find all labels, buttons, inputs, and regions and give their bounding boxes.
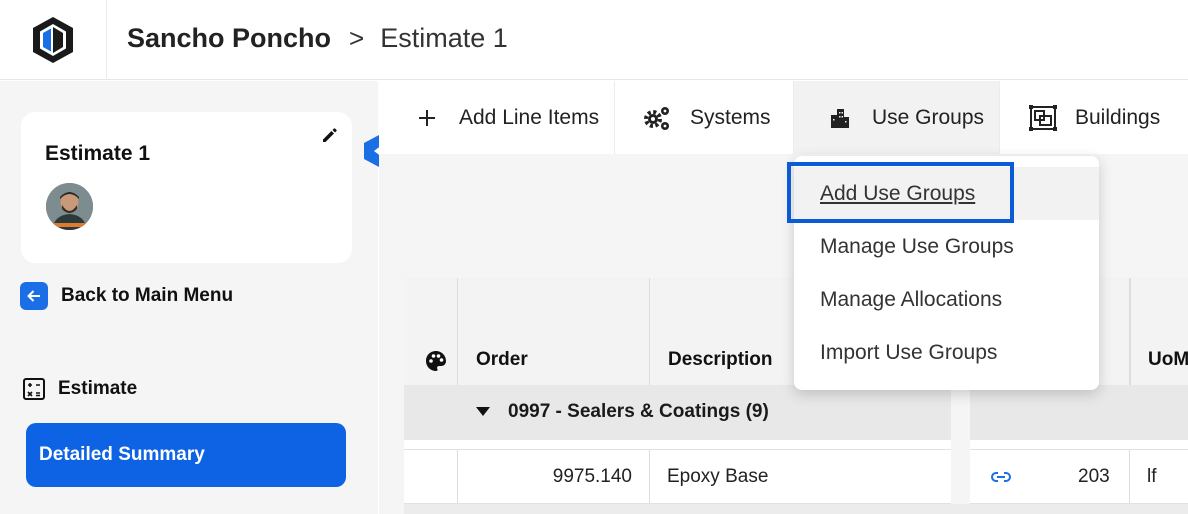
buildings-button[interactable]: Buildings	[1000, 81, 1188, 154]
breadcrumb-separator: >	[349, 22, 365, 53]
edit-estimate-button[interactable]	[314, 119, 346, 151]
uom-header-label: UoM	[1148, 349, 1188, 370]
color-column-header[interactable]	[404, 278, 458, 385]
systems-label: Systems	[690, 105, 771, 129]
row-order: 9975.140	[552, 466, 632, 487]
menu-item-label: Manage Allocations	[820, 287, 1003, 311]
arrow-left-icon	[20, 282, 48, 310]
sidebar-item-detailed-summary[interactable]: Detailed Summary	[26, 423, 346, 487]
use-groups-button[interactable]: Use Groups	[794, 81, 1000, 154]
group-row[interactable]: 0997 - Sealers & Coatings (9)	[404, 385, 1188, 440]
calculator-icon	[23, 378, 45, 400]
focus-highlight-box	[787, 162, 1014, 223]
floorplan-icon	[1028, 103, 1058, 133]
breadcrumb-project[interactable]: Sancho Poncho	[127, 23, 331, 54]
systems-button[interactable]: Systems	[615, 81, 794, 154]
palette-icon	[426, 351, 446, 371]
menu-item-manage-allocations[interactable]: Manage Allocations	[794, 273, 1099, 326]
table-row[interactable]: 9975.140 Epoxy Base 203 lf	[404, 449, 1188, 504]
group-label: 0997 - Sealers & Coatings (9)	[508, 401, 769, 422]
estimate-section-header: Estimate	[22, 377, 137, 401]
caret-down-icon[interactable]	[476, 407, 490, 417]
logo-cell[interactable]	[0, 0, 107, 80]
pencil-icon	[323, 128, 337, 142]
avatar	[46, 183, 93, 230]
add-line-items-button[interactable]: Add Line Items	[379, 81, 615, 154]
breadcrumb-estimate: Estimate 1	[380, 22, 508, 53]
top-bar: Sancho Poncho > Estimate 1	[0, 0, 1188, 80]
menu-item-manage-use-groups[interactable]: Manage Use Groups	[794, 220, 1099, 273]
back-to-main-menu-link[interactable]: Back to Main Menu	[20, 282, 233, 310]
order-header-label: Order	[476, 349, 528, 370]
sidebar-item-label: Detailed Summary	[39, 444, 205, 465]
use-groups-label: Use Groups	[872, 105, 985, 129]
estimate-card: Estimate 1	[21, 112, 352, 263]
menu-item-label: Manage Use Groups	[820, 234, 1014, 258]
breadcrumb: Sancho Poncho > Estimate 1	[127, 0, 508, 76]
row-quantity: 203	[1078, 466, 1110, 487]
back-to-main-menu-label: Back to Main Menu	[61, 285, 234, 306]
toolbar: Add Line Items Systems Use Groups Buildi…	[379, 81, 1188, 154]
next-row-strip	[404, 504, 1188, 514]
menu-item-label: Import Use Groups	[820, 340, 998, 364]
app-logo-icon	[33, 17, 73, 63]
row-description: Epoxy Base	[667, 466, 769, 487]
buildings-label: Buildings	[1075, 105, 1161, 129]
description-header-label: Description	[668, 349, 773, 370]
estimate-card-title: Estimate 1	[45, 142, 151, 165]
add-line-items-label: Add Line Items	[459, 105, 600, 129]
link-icon[interactable]	[990, 469, 1012, 485]
order-column-header[interactable]: Order	[458, 278, 650, 385]
buildings-icon	[825, 103, 855, 133]
estimate-section-label: Estimate	[58, 378, 138, 399]
row-uom: lf	[1147, 466, 1157, 487]
uom-column-header[interactable]: UoM	[1130, 278, 1188, 385]
sidebar: Estimate 1 Back to Main Menu Estimate De…	[0, 81, 378, 514]
plus-icon	[412, 103, 442, 133]
gears-icon	[643, 103, 673, 133]
menu-item-import-use-groups[interactable]: Import Use Groups	[794, 326, 1099, 379]
